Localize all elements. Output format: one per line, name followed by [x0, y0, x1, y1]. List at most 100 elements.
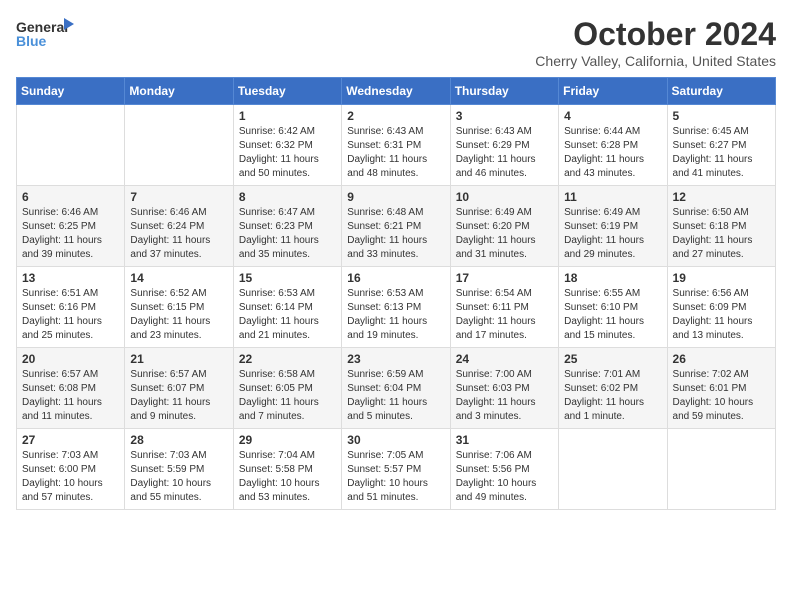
day-number: 19 [673, 271, 770, 285]
day-info: Sunrise: 6:58 AM Sunset: 6:05 PM Dayligh… [239, 368, 336, 424]
day-info: Sunrise: 6:49 AM Sunset: 6:19 PM Dayligh… [564, 206, 661, 262]
calendar-cell: 18Sunrise: 6:55 AM Sunset: 6:10 PM Dayli… [559, 267, 667, 348]
calendar-cell: 3 Sunrise: 6:43 AM Sunset: 6:29 PM Daylig… [450, 105, 558, 186]
calendar-cell: 27 Sunrise: 7:03 AM Sunset: 6:00 PM Dayli… [17, 429, 125, 510]
day-info: Sunrise: 6:46 AM Sunset: 6:25 PM Dayligh… [22, 206, 119, 262]
calendar-cell: 20Sunrise: 6:57 AM Sunset: 6:08 PM Dayli… [17, 348, 125, 429]
day-info: Sunrise: 6:53 AM Sunset: 6:14 PM Dayligh… [239, 287, 336, 343]
day-number: 28 [130, 433, 227, 447]
day-info: Sunrise: 6:43 AM Sunset: 6:29 PM Dayligh… [456, 125, 553, 181]
calendar-cell [17, 105, 125, 186]
calendar-cell: 17 Sunrise: 6:54 AM Sunset: 6:11 PM Dayli… [450, 267, 558, 348]
day-number: 7 [130, 190, 227, 204]
day-info: Sunrise: 6:59 AM Sunset: 6:04 PM Dayligh… [347, 368, 444, 424]
calendar-cell: 5Sunrise: 6:45 AM Sunset: 6:27 PM Daylig… [667, 105, 775, 186]
day-number: 4 [564, 109, 661, 123]
day-info: Sunrise: 7:04 AM Sunset: 5:58 PM Dayligh… [239, 449, 336, 505]
page-header: GeneralBlue October 2024 Cherry Valley, … [16, 16, 776, 69]
day-number: 2 [347, 109, 444, 123]
calendar-cell: 31 Sunrise: 7:06 AM Sunset: 5:56 PM Dayli… [450, 429, 558, 510]
logo-svg: GeneralBlue [16, 16, 76, 52]
calendar-cell [667, 429, 775, 510]
day-number: 11 [564, 190, 661, 204]
day-number: 13 [22, 271, 119, 285]
day-info: Sunrise: 6:57 AM Sunset: 6:07 PM Dayligh… [130, 368, 227, 424]
weekday-header-friday: Friday [559, 78, 667, 105]
calendar-cell: 10 Sunrise: 6:49 AM Sunset: 6:20 PM Dayli… [450, 186, 558, 267]
day-info: Sunrise: 6:52 AM Sunset: 6:15 PM Dayligh… [130, 287, 227, 343]
day-info: Sunrise: 6:47 AM Sunset: 6:23 PM Dayligh… [239, 206, 336, 262]
weekday-header-wednesday: Wednesday [342, 78, 450, 105]
calendar-week-row: 1 Sunrise: 6:42 AM Sunset: 6:32 PM Daylig… [17, 105, 776, 186]
day-number: 5 [673, 109, 770, 123]
day-number: 25 [564, 352, 661, 366]
day-info: Sunrise: 7:03 AM Sunset: 6:00 PM Dayligh… [22, 449, 119, 505]
day-info: Sunrise: 6:43 AM Sunset: 6:31 PM Dayligh… [347, 125, 444, 181]
weekday-header-tuesday: Tuesday [233, 78, 341, 105]
day-number: 31 [456, 433, 553, 447]
day-info: Sunrise: 6:42 AM Sunset: 6:32 PM Dayligh… [239, 125, 336, 181]
calendar-cell: 25 Sunrise: 7:01 AM Sunset: 6:02 PM Dayli… [559, 348, 667, 429]
weekday-header-sunday: Sunday [17, 78, 125, 105]
calendar-week-row: 27 Sunrise: 7:03 AM Sunset: 6:00 PM Dayli… [17, 429, 776, 510]
title-area: October 2024 Cherry Valley, California, … [535, 16, 776, 69]
day-info: Sunrise: 6:51 AM Sunset: 6:16 PM Dayligh… [22, 287, 119, 343]
weekday-header-saturday: Saturday [667, 78, 775, 105]
calendar-cell: 1 Sunrise: 6:42 AM Sunset: 6:32 PM Daylig… [233, 105, 341, 186]
calendar-cell: 16Sunrise: 6:53 AM Sunset: 6:13 PM Dayli… [342, 267, 450, 348]
calendar-cell: 19Sunrise: 6:56 AM Sunset: 6:09 PM Dayli… [667, 267, 775, 348]
day-number: 17 [456, 271, 553, 285]
day-number: 6 [22, 190, 119, 204]
day-info: Sunrise: 6:49 AM Sunset: 6:20 PM Dayligh… [456, 206, 553, 262]
calendar-week-row: 20Sunrise: 6:57 AM Sunset: 6:08 PM Dayli… [17, 348, 776, 429]
weekday-header-monday: Monday [125, 78, 233, 105]
calendar-cell [559, 429, 667, 510]
day-number: 8 [239, 190, 336, 204]
calendar-cell: 22Sunrise: 6:58 AM Sunset: 6:05 PM Dayli… [233, 348, 341, 429]
calendar-cell: 8 Sunrise: 6:47 AM Sunset: 6:23 PM Daylig… [233, 186, 341, 267]
day-number: 21 [130, 352, 227, 366]
calendar-table: SundayMondayTuesdayWednesdayThursdayFrid… [16, 77, 776, 510]
day-info: Sunrise: 6:44 AM Sunset: 6:28 PM Dayligh… [564, 125, 661, 181]
day-info: Sunrise: 6:55 AM Sunset: 6:10 PM Dayligh… [564, 287, 661, 343]
logo: GeneralBlue [16, 16, 76, 52]
day-info: Sunrise: 6:48 AM Sunset: 6:21 PM Dayligh… [347, 206, 444, 262]
day-number: 1 [239, 109, 336, 123]
day-info: Sunrise: 7:00 AM Sunset: 6:03 PM Dayligh… [456, 368, 553, 424]
calendar-cell: 11 Sunrise: 6:49 AM Sunset: 6:19 PM Dayli… [559, 186, 667, 267]
day-number: 24 [456, 352, 553, 366]
calendar-cell: 6 Sunrise: 6:46 AM Sunset: 6:25 PM Daylig… [17, 186, 125, 267]
calendar-cell: 24 Sunrise: 7:00 AM Sunset: 6:03 PM Dayli… [450, 348, 558, 429]
calendar-cell: 21 Sunrise: 6:57 AM Sunset: 6:07 PM Dayli… [125, 348, 233, 429]
calendar-cell: 2 Sunrise: 6:43 AM Sunset: 6:31 PM Daylig… [342, 105, 450, 186]
day-number: 15 [239, 271, 336, 285]
day-info: Sunrise: 7:01 AM Sunset: 6:02 PM Dayligh… [564, 368, 661, 424]
calendar-cell: 23Sunrise: 6:59 AM Sunset: 6:04 PM Dayli… [342, 348, 450, 429]
day-info: Sunrise: 7:06 AM Sunset: 5:56 PM Dayligh… [456, 449, 553, 505]
day-number: 26 [673, 352, 770, 366]
weekday-header-thursday: Thursday [450, 78, 558, 105]
calendar-cell: 7 Sunrise: 6:46 AM Sunset: 6:24 PM Daylig… [125, 186, 233, 267]
calendar-cell: 4 Sunrise: 6:44 AM Sunset: 6:28 PM Daylig… [559, 105, 667, 186]
calendar-cell: 29 Sunrise: 7:04 AM Sunset: 5:58 PM Dayli… [233, 429, 341, 510]
calendar-cell: 12Sunrise: 6:50 AM Sunset: 6:18 PM Dayli… [667, 186, 775, 267]
day-number: 27 [22, 433, 119, 447]
calendar-cell: 30 Sunrise: 7:05 AM Sunset: 5:57 PM Dayli… [342, 429, 450, 510]
calendar-week-row: 13 Sunrise: 6:51 AM Sunset: 6:16 PM Dayli… [17, 267, 776, 348]
day-number: 29 [239, 433, 336, 447]
day-number: 14 [130, 271, 227, 285]
day-number: 10 [456, 190, 553, 204]
location: Cherry Valley, California, United States [535, 53, 776, 69]
day-number: 16 [347, 271, 444, 285]
day-number: 3 [456, 109, 553, 123]
day-info: Sunrise: 6:54 AM Sunset: 6:11 PM Dayligh… [456, 287, 553, 343]
day-info: Sunrise: 6:46 AM Sunset: 6:24 PM Dayligh… [130, 206, 227, 262]
day-info: Sunrise: 7:05 AM Sunset: 5:57 PM Dayligh… [347, 449, 444, 505]
day-info: Sunrise: 6:50 AM Sunset: 6:18 PM Dayligh… [673, 206, 770, 262]
svg-text:Blue: Blue [16, 33, 47, 49]
calendar-cell [125, 105, 233, 186]
day-number: 20 [22, 352, 119, 366]
calendar-cell: 28Sunrise: 7:03 AM Sunset: 5:59 PM Dayli… [125, 429, 233, 510]
day-number: 30 [347, 433, 444, 447]
calendar-cell: 14 Sunrise: 6:52 AM Sunset: 6:15 PM Dayli… [125, 267, 233, 348]
